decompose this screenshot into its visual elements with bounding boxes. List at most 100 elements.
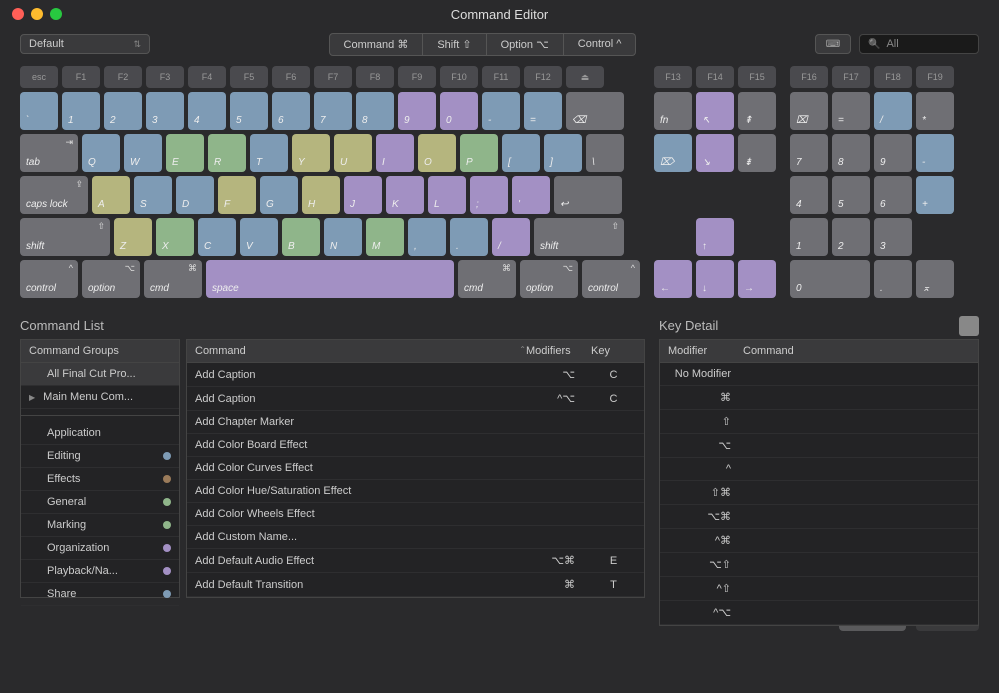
key-[interactable]: ↩ xyxy=(554,176,622,214)
key-[interactable]: ; xyxy=(470,176,508,214)
key-4[interactable]: 4 xyxy=(188,92,226,130)
key-control[interactable]: ^control xyxy=(582,260,640,298)
key-r[interactable]: R xyxy=(208,134,246,172)
command-row[interactable]: Add Color Board Effect xyxy=(187,434,644,457)
key-[interactable]: ↖ xyxy=(696,92,734,130)
key-c[interactable]: C xyxy=(198,218,236,256)
key-7[interactable]: 7 xyxy=(314,92,352,130)
key-f18[interactable]: F18 xyxy=(874,66,912,88)
key-[interactable]: [ xyxy=(502,134,540,172)
key-7[interactable]: 7 xyxy=(790,134,828,172)
key-[interactable]: , xyxy=(408,218,446,256)
key-b[interactable]: B xyxy=(282,218,320,256)
category-item[interactable]: Share xyxy=(21,583,179,606)
key-5[interactable]: 5 xyxy=(832,176,870,214)
key-y[interactable]: Y xyxy=(292,134,330,172)
key-s[interactable]: S xyxy=(134,176,172,214)
key-1[interactable]: 1 xyxy=(790,218,828,256)
key-f1[interactable]: F1 xyxy=(62,66,100,88)
key-f3[interactable]: F3 xyxy=(146,66,184,88)
category-item[interactable]: Organization xyxy=(21,537,179,560)
key-shift[interactable]: ⇧shift xyxy=(20,218,110,256)
key-f9[interactable]: F9 xyxy=(398,66,436,88)
key-option[interactable]: ⌥option xyxy=(520,260,578,298)
command-row[interactable]: Add Default Audio Effect⌥⌘E xyxy=(187,549,644,573)
key-fn[interactable]: fn xyxy=(654,92,692,130)
key-f8[interactable]: F8 xyxy=(356,66,394,88)
key-f15[interactable]: F15 xyxy=(738,66,776,88)
key-capslock[interactable]: ⇪caps lock xyxy=(20,176,88,214)
key-[interactable]: \ xyxy=(586,134,624,172)
key-esc[interactable]: esc xyxy=(20,66,58,88)
key-2[interactable]: 2 xyxy=(104,92,142,130)
col-modifier[interactable]: Modifier xyxy=(668,345,743,357)
key-f12[interactable]: F12 xyxy=(524,66,562,88)
keydetail-row[interactable]: ⌥⇧ xyxy=(660,553,978,577)
key-a[interactable]: A xyxy=(92,176,130,214)
key-z[interactable]: Z xyxy=(114,218,152,256)
key-w[interactable]: W xyxy=(124,134,162,172)
key-[interactable]: - xyxy=(916,134,954,172)
key-p[interactable]: P xyxy=(460,134,498,172)
key-n[interactable]: N xyxy=(324,218,362,256)
category-item[interactable]: Effects xyxy=(21,468,179,491)
key-6[interactable]: 6 xyxy=(874,176,912,214)
key-e[interactable]: E xyxy=(166,134,204,172)
key-0[interactable]: 0 xyxy=(440,92,478,130)
group-item[interactable]: ▶Main Menu Com... xyxy=(21,386,179,409)
command-row[interactable]: Add Color Curves Effect xyxy=(187,457,644,480)
key-h[interactable]: H xyxy=(302,176,340,214)
key-[interactable]: + xyxy=(916,176,954,214)
modifier-option[interactable]: Option ⌥ xyxy=(487,33,564,56)
keydetail-row[interactable]: ^⌘ xyxy=(660,529,978,553)
col-modifiers[interactable]: Modifiers xyxy=(526,345,591,357)
category-item[interactable]: Editing xyxy=(21,445,179,468)
preset-dropdown[interactable]: Default ⇅ xyxy=(20,34,150,54)
modifier-shift[interactable]: Shift ⇧ xyxy=(423,33,486,56)
key-g[interactable]: G xyxy=(260,176,298,214)
key-f5[interactable]: F5 xyxy=(230,66,268,88)
key-[interactable]: ` xyxy=(20,92,58,130)
command-row[interactable]: Add Color Hue/Saturation Effect xyxy=(187,480,644,503)
category-item[interactable]: Application xyxy=(21,422,179,445)
key-0[interactable]: 0 xyxy=(790,260,870,298)
key-[interactable]: → xyxy=(738,260,776,298)
key-[interactable]: - xyxy=(482,92,520,130)
key-m[interactable]: M xyxy=(366,218,404,256)
key-shift[interactable]: ⇧shift xyxy=(534,218,624,256)
keydetail-row[interactable]: ⇧ xyxy=(660,410,978,434)
key-f13[interactable]: F13 xyxy=(654,66,692,88)
key-t[interactable]: T xyxy=(250,134,288,172)
key-[interactable]: * xyxy=(916,92,954,130)
col-kd-command[interactable]: Command xyxy=(743,345,970,357)
color-swatch[interactable] xyxy=(959,316,979,336)
key-[interactable]: ⌫ xyxy=(566,92,624,130)
key-5[interactable]: 5 xyxy=(230,92,268,130)
key-option[interactable]: ⌥option xyxy=(82,260,140,298)
key-tab[interactable]: ⇥tab xyxy=(20,134,78,172)
key-[interactable]: ↓ xyxy=(696,260,734,298)
key-[interactable]: . xyxy=(450,218,488,256)
keydetail-row[interactable]: ⌘ xyxy=(660,386,978,410)
key-space[interactable]: space xyxy=(206,260,454,298)
key-i[interactable]: I xyxy=(376,134,414,172)
keyboard-layout-button[interactable]: ⌨ xyxy=(815,34,851,54)
command-row[interactable]: Add Caption^⌥C xyxy=(187,387,644,411)
key-[interactable]: ↑ xyxy=(696,218,734,256)
keydetail-row[interactable]: ^⌥ xyxy=(660,601,978,625)
category-item[interactable]: Marking xyxy=(21,514,179,537)
key-x[interactable]: X xyxy=(156,218,194,256)
key-[interactable]: . xyxy=(874,260,912,298)
search-input[interactable]: All xyxy=(859,34,979,54)
keydetail-row[interactable]: No Modifier xyxy=(660,363,978,386)
key-f6[interactable]: F6 xyxy=(272,66,310,88)
key-9[interactable]: 9 xyxy=(874,134,912,172)
key-k[interactable]: K xyxy=(386,176,424,214)
key-f[interactable]: F xyxy=(218,176,256,214)
key-3[interactable]: 3 xyxy=(146,92,184,130)
key-v[interactable]: V xyxy=(240,218,278,256)
key-u[interactable]: U xyxy=(334,134,372,172)
keydetail-row[interactable]: ⇧⌘ xyxy=(660,481,978,505)
key-control[interactable]: ^control xyxy=(20,260,78,298)
key-3[interactable]: 3 xyxy=(874,218,912,256)
